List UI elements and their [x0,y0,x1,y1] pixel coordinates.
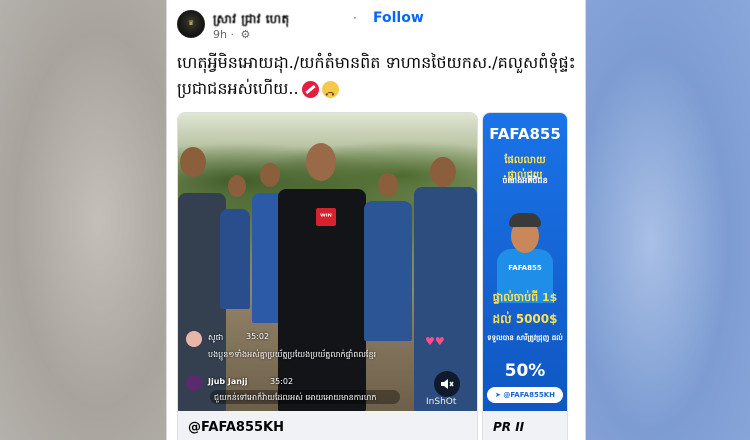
post-meta: 9h · ⚙ [213,28,250,41]
privacy-icon[interactable]: ⚙ [240,28,250,41]
caption-line-2: ប្រជាជនអស់ហើយ.. [177,76,577,108]
comment-2-time: 35:02 [270,377,294,386]
ad-cap [509,213,541,227]
slide-1-footer[interactable]: @FAFA855KH [178,411,477,440]
post-time[interactable]: 9h [213,28,227,41]
page-avatar[interactable]: ♛ [177,10,205,38]
person-2 [220,209,250,309]
post-caption: ហេតុអ្វីមិនអោយដុា./យកំតំមានពិត ទាហានថៃយក… [177,50,577,108]
meta-separator: · [230,28,234,41]
post-card: ♛ ស្រាវ ជ្រាវ ហេតុ · Follow 9h · ⚙ ហេតុអ… [166,0,586,440]
ad-brand: FAFA855 [489,125,561,143]
comment-2-name: Jjub Janjj [208,377,248,386]
speaker-muted-icon [441,379,454,389]
media-carousel[interactable]: ᵂᴵᴺ សូផា 35:02 បងប្អូន១ទាំងអស់គ្នាប្រយ័ត… [177,112,582,440]
slide-2-title[interactable]: PR II [493,420,524,434]
ad-deposit: ផ្ទាល់ចាប់ពី 1$ [492,291,558,304]
ad-bonus-label: ទទួលបាន សារីត្រូវជ្រុញ ដល់ [487,334,563,342]
comment-2-avatar [186,375,202,391]
person-5 [364,201,412,341]
ad-handle-pill: ➤ @FAFA855KH [487,387,563,403]
comment-1-name: សូផា [208,333,224,342]
separator-dot: · [353,11,357,25]
person-2-head [228,175,246,197]
person-right-head [430,157,456,187]
no-entry-emoji-icon [301,81,319,98]
ad-shirt-label: FAFA855 [508,264,542,272]
background-blur-right [585,0,750,440]
person-5-head [378,173,398,197]
carousel-slide-ad[interactable]: FAFA855 ផែលលាយផ្ទាល់ជួយ ចំណងអតិថិជន FAFA… [482,112,568,440]
ad-person-image: FAFA855 [497,209,553,303]
ad-reward: ដល់ 5000$ [492,312,558,326]
sad-face-emoji-icon [321,81,339,108]
comment-1-avatar [186,331,202,347]
video-player[interactable]: ᵂᴵᴺ សូផា 35:02 បងប្អូន១ទាំងអស់គ្នាប្រយ័ត… [178,113,477,411]
telegram-icon: ➤ [495,391,501,399]
caption-line-1: ហេតុអ្វីមិនអោយដុា./យកំតំមានពិត ទាហានថៃយក… [177,53,576,72]
background-blur-left [0,0,165,440]
person-center-head [306,143,336,181]
ad-bonus-value: 50% [504,361,546,381]
post-header: ♛ ស្រាវ ជ្រាវ ហេតុ · Follow 9h · ⚙ [177,8,577,44]
ad-line-2: ចំណងអតិថិជន [502,176,548,185]
ad-handle: @FAFA855KH [503,391,555,399]
ad-banner[interactable]: FAFA855 ផែលលាយផ្ទាល់ជួយ ចំណងអតិថិជន FAFA… [483,113,567,411]
carousel-slide-video[interactable]: ᵂᴵᴺ សូផា 35:02 បងប្អូន១ទាំងអស់គ្នាប្រយ័ត… [177,112,478,440]
caption-line-2-text: ប្រជាជនអស់ហើយ.. [177,79,299,98]
hearts-icon: ♥♥ [425,335,445,348]
slide-2-footer[interactable]: PR II [483,411,567,440]
comment-2-text: ជួយកន់ទៅអេាក៏វ៉ាយដែលអស់ អោយអោយមានការហក [214,393,377,402]
slide-1-title[interactable]: @FAFA855KH [188,420,284,435]
inshot-watermark: InShOt [426,397,457,407]
vest-logo: ᵂᴵᴺ [316,208,336,226]
follow-button[interactable]: Follow [373,10,424,26]
logo-icon: ♛ [187,19,195,27]
page-name[interactable]: ស្រាវ ជ្រាវ ហេតុ [213,11,290,29]
comment-1-text: បងប្អូន១ទាំងអស់គ្នាប្រយ័ត្នប្រយែងប្រយ័ត្… [208,350,377,359]
comment-1-time: 35:02 [246,332,270,341]
mute-button[interactable] [434,371,460,397]
person-left-head [180,147,206,177]
person-3-head [260,163,280,187]
